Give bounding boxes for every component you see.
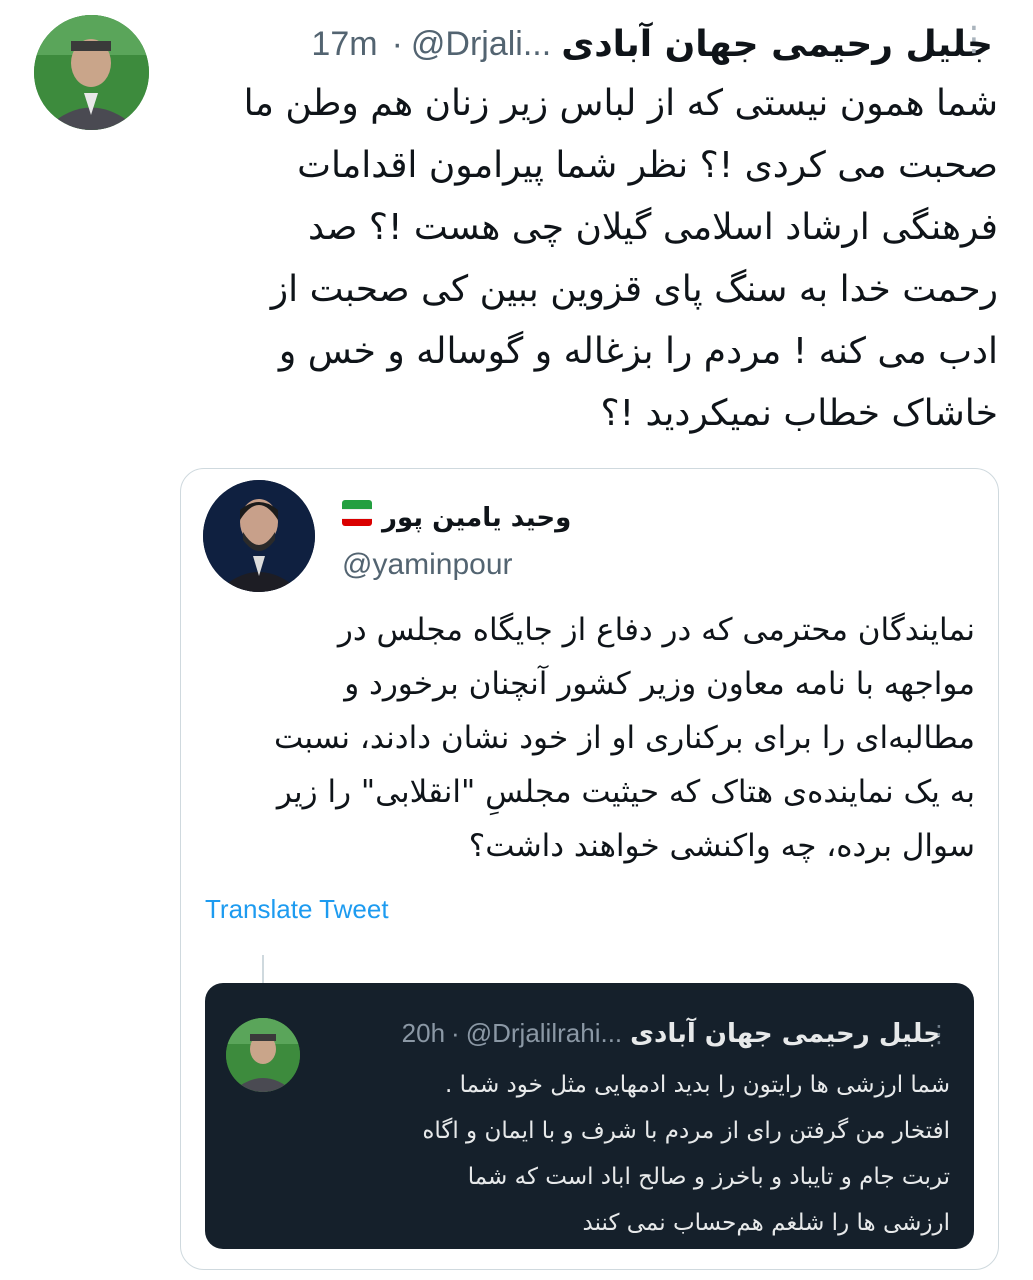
author-avatar[interactable] xyxy=(34,15,149,130)
tweet-text: شما همون نیستی که از لباس زیر زنان هم وط… xyxy=(243,83,998,434)
separator-dot: · xyxy=(391,24,403,63)
author-handle[interactable]: @Drjali... xyxy=(411,25,551,64)
reply-more-vertical-icon: ⋮ xyxy=(927,1020,951,1048)
quoted-author-handle[interactable]: @yaminpour xyxy=(342,548,513,582)
reply-author-name: جلیل رحیمی جهان آبادی xyxy=(630,1018,942,1049)
reply-time: 20h xyxy=(401,1018,446,1048)
translate-tweet-link[interactable]: Translate Tweet xyxy=(205,894,389,925)
reply-text: شما ارزشی ها رایتون را بدید ادمهایی مثل … xyxy=(422,1072,950,1236)
tweet-time[interactable]: 17m xyxy=(311,25,377,64)
reply-header: جلیل رحیمی جهان آبادی @Drjalilrahi... · … xyxy=(318,1018,942,1049)
quoted-tweet-text: نمایندگان محترمی که در دفاع از جایگاه مج… xyxy=(273,612,975,864)
tweet-header: جلیل رحیمی جهان آبادی @Drjali... · 17m xyxy=(180,14,993,74)
iran-flag-icon xyxy=(342,500,372,526)
quoted-author-name[interactable]: وحید یامین پور xyxy=(382,503,571,533)
author-name[interactable]: جلیل رحیمی جهان آبادی xyxy=(561,24,993,65)
reply-author-avatar xyxy=(226,1018,300,1092)
reply-separator-dot: · xyxy=(451,1018,460,1048)
more-vertical-icon[interactable]: ⋮ xyxy=(957,22,991,56)
thread-line xyxy=(262,955,264,985)
reply-author-handle: @Drjalilrahi... xyxy=(465,1018,623,1048)
quoted-author-avatar[interactable] xyxy=(203,480,315,592)
